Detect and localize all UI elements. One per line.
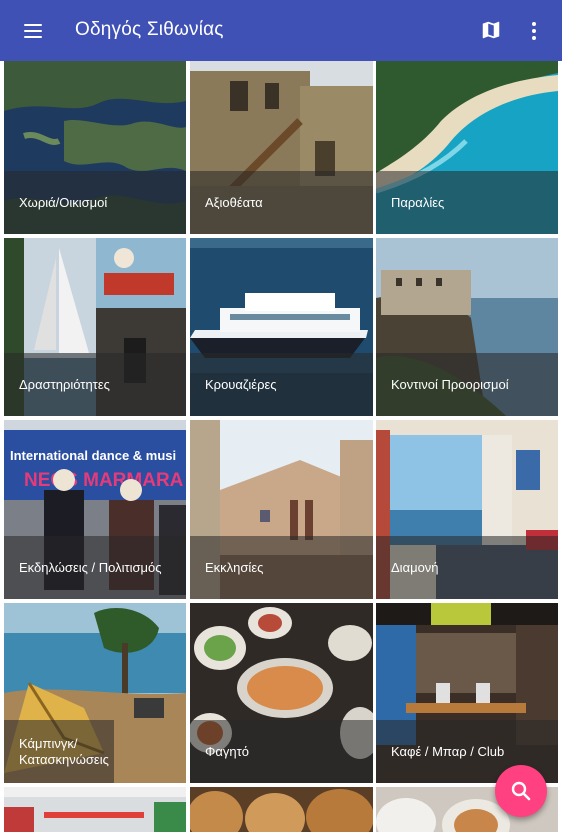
category-label: Παραλίες xyxy=(376,171,558,234)
app-bar: Οδηγός Σιθωνίας xyxy=(0,0,562,61)
search-fab-button[interactable] xyxy=(495,765,547,817)
category-label: Κοντινοί Προορισμοί xyxy=(376,353,558,416)
category-tile-more-2[interactable] xyxy=(190,787,373,832)
category-tile-food[interactable]: Φαγητό xyxy=(190,603,373,783)
bakery-bread-image xyxy=(190,787,373,832)
category-label: Φαγητό xyxy=(190,720,373,783)
category-tile-activities[interactable]: Δραστηριότητες xyxy=(4,238,186,416)
category-label: Εκδηλώσεις / Πολιτισμός xyxy=(4,536,186,599)
app-title: Οδηγός Σιθωνίας xyxy=(75,19,224,40)
category-label: Κάμπινγκ/ Κατασκηνώσεις xyxy=(4,720,114,783)
category-label: Χωριά/Οικισμοί xyxy=(4,171,186,234)
category-label: Δραστηριότητες xyxy=(4,353,186,416)
category-tile-nearby[interactable]: Κοντινοί Προορισμοί xyxy=(376,238,558,416)
category-label: Αξιοθέατα xyxy=(190,171,373,234)
category-tile-cafe-bar[interactable]: Καφέ / Μπαρ / Club xyxy=(376,603,558,783)
banner-line-1: International dance & musi xyxy=(10,448,176,463)
category-tile-beaches[interactable]: Παραλίες xyxy=(376,61,558,234)
category-tile-churches[interactable]: Εκκλησίες xyxy=(190,420,373,599)
category-label: Εκκλησίες xyxy=(190,536,373,599)
category-tile-cruises[interactable]: Κρουαζιέρες xyxy=(190,238,373,416)
more-vert-icon[interactable] xyxy=(524,19,544,43)
banner-line-2: NEOS MARMARA xyxy=(24,470,184,491)
search-icon xyxy=(511,781,531,801)
category-tile-villages[interactable]: Χωριά/Οικισμοί xyxy=(4,61,186,234)
category-tile-accommodation[interactable]: Διαμονή xyxy=(376,420,558,599)
category-tile-camping[interactable]: Κάμπινγκ/ Κατασκηνώσεις xyxy=(4,603,186,783)
category-tile-sights[interactable]: Αξιοθέατα xyxy=(190,61,373,234)
hamburger-menu-icon[interactable] xyxy=(22,19,46,43)
supermarket-image xyxy=(4,787,186,832)
category-label: Διαμονή xyxy=(376,536,558,599)
category-label: Κρουαζιέρες xyxy=(190,353,373,416)
category-grid: Χωριά/Οικισμοί Αξιοθέατα Παραλίες Δραστη… xyxy=(0,61,562,832)
map-icon[interactable] xyxy=(480,19,502,41)
category-tile-events[interactable]: International dance & musi NEOS MARMARA … xyxy=(4,420,186,599)
category-tile-more-1[interactable] xyxy=(4,787,186,832)
